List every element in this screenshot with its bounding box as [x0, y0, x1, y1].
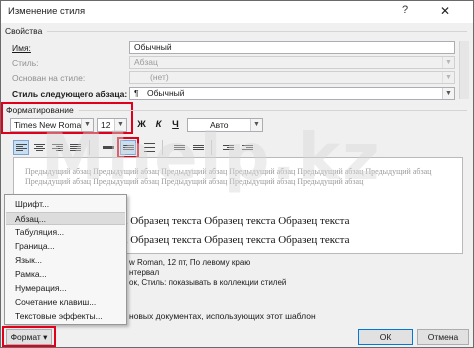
format-button[interactable]: Формат ▾: [6, 329, 52, 345]
new-documents-option-label: новых документах, использующих этот шабл…: [129, 311, 316, 321]
menu-item-font[interactable]: Шрифт...: [6, 198, 125, 211]
ok-button[interactable]: ОК: [358, 329, 413, 345]
help-icon[interactable]: ?: [397, 4, 413, 16]
style-type-value: Абзац: [134, 57, 158, 67]
style-type-combo: Абзац ▼: [129, 56, 455, 69]
menu-item-tabs[interactable]: Табуляция...: [6, 226, 125, 239]
menu-item-shortcut-key[interactable]: Сочетание клавиш...: [6, 296, 125, 309]
properties-divider: [47, 31, 467, 32]
formatting-section-label: Форматирование: [6, 105, 74, 115]
format-dropdown-menu: Шрифт... Абзац... Табуляция... Граница..…: [4, 194, 127, 325]
menu-item-numbering[interactable]: Нумерация...: [6, 282, 125, 295]
properties-section-label: Свойства: [5, 26, 43, 36]
preview-sample-line: текста Образец текста Образец текста Обр…: [98, 234, 350, 246]
based-on-value: (нет): [150, 72, 169, 82]
chevron-down-icon: ▼: [442, 57, 454, 68]
style-description-line: w Roman, 12 пт, По левому краю: [129, 258, 251, 267]
name-label: Имя:: [12, 43, 31, 53]
next-style-label: Стиль следующего абзаца:: [12, 89, 128, 99]
close-icon[interactable]: ✕: [425, 1, 465, 21]
next-style-value: Обычный: [146, 88, 185, 98]
name-field[interactable]: Обычный: [129, 41, 455, 54]
style-description-line: ок, Стиль: показывать в коллекции стилей: [129, 278, 287, 287]
title-bar: Изменение стиля ? ✕: [1, 1, 473, 23]
style-type-label: Стиль:: [12, 58, 39, 68]
formatting-divider: [79, 110, 467, 111]
paragraph-mark-icon: ¶: [134, 88, 139, 98]
next-style-combo[interactable]: ¶ Обычный ▼: [129, 87, 455, 100]
menu-item-paragraph[interactable]: Абзац...: [6, 212, 125, 225]
based-on-combo: (нет) ▼: [129, 71, 455, 84]
format-button-label: Формат: [10, 332, 41, 342]
cancel-button[interactable]: Отмена: [417, 329, 469, 345]
preview-sample-line: текста Образец текста Образец текста Обр…: [98, 215, 350, 227]
menu-item-frame[interactable]: Рамка...: [6, 268, 125, 281]
menu-item-text-effects[interactable]: Текстовые эффекты...: [6, 310, 125, 323]
align-left-icon[interactable]: [13, 140, 29, 155]
menu-item-border[interactable]: Граница...: [6, 240, 125, 253]
dialog-title: Изменение стиля: [8, 6, 86, 17]
chevron-down-icon: ▼: [442, 72, 454, 83]
chevron-down-icon: ▼: [442, 88, 454, 99]
style-description-line: нтервал: [129, 268, 160, 277]
scrollbar[interactable]: [459, 41, 469, 99]
watermark-logo: Mhelp.kz: [41, 121, 382, 195]
menu-item-language[interactable]: Язык...: [6, 254, 125, 267]
based-on-label: Основан на стиле:: [12, 73, 86, 83]
modify-style-dialog: Изменение стиля ? ✕ Свойства Имя: Обычны…: [0, 0, 474, 348]
chevron-down-icon: ▾: [43, 332, 48, 342]
